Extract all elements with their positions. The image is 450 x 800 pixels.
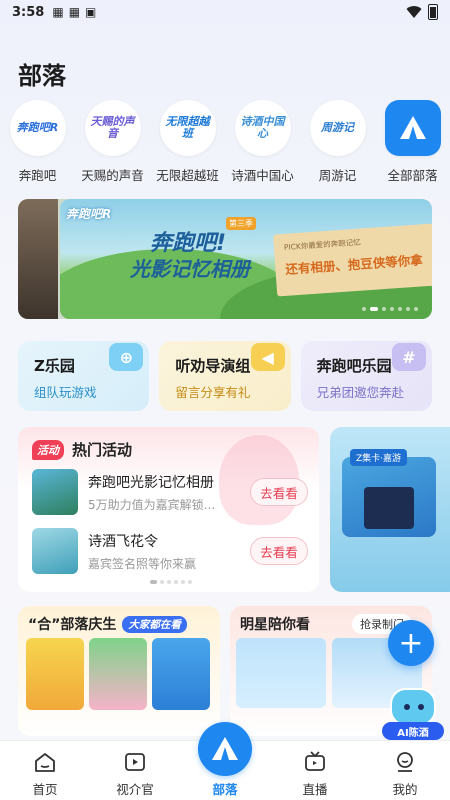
tab-label: 视介官 [116,782,154,797]
tab-mine[interactable]: 我的 [360,741,450,800]
activity-page-indicator [150,580,192,584]
tribe-label: 诗酒中国心 [231,168,294,183]
quick-entry-row: ⊕ Z乐园 组队玩游戏 ◀ 听劝导演组 留言分享有礼 # 奔跑吧乐园 兄弟团邀您… [18,341,432,411]
quick-card-subtitle: 组队玩游戏 [34,385,97,400]
celebrate-tile[interactable] [26,638,84,710]
hot-activity-card: 活动 热门活动 奔跑吧光影记忆相册 5万助力值为嘉宾解锁... 去看看 诗酒飞花… [18,427,319,592]
video-icon [125,753,145,771]
tab-home[interactable]: 首页 [0,741,90,800]
activity-tag: 活动 [32,439,64,460]
tribe-logo: 周游记 [309,100,366,156]
tab-label: 直播 [302,782,328,797]
notification-icon-2: ▦ [68,5,81,19]
all-tribes-icon [384,100,441,156]
wifi-icon [406,6,422,19]
hashtag-icon: # [391,343,426,371]
celebrate-title: “合”部落庆生 [28,617,117,633]
tab-label: 我的 [392,782,418,797]
tv-icon [305,751,325,771]
promo-card-image [364,487,414,529]
quick-card-zleyuan[interactable]: ⊕ Z乐园 组队玩游戏 [18,341,150,411]
quick-card-subtitle: 兄弟团邀您奔赴 [316,385,405,400]
tribe-logo-text: 周游记 [321,120,354,134]
celebrate-tile[interactable] [152,638,210,710]
section-title: “合”部落庆生 大家都在看 [28,614,187,634]
go-see-button[interactable]: 去看看 [250,537,308,565]
battery-icon [428,4,438,20]
activity-title: 奔跑吧光影记忆相册 [88,474,214,491]
tribe-logo: 无限超越班 [159,100,216,156]
ai-assistant-label: AI陈酒 [382,722,444,740]
status-bar: 3:58 ▦ ▦ ▣ [0,0,450,24]
hot-activity-header: 活动 热门活动 [32,439,132,460]
tribe-item-tianci[interactable]: 天赐的声音 天赐的声音 [75,100,150,190]
activity-thumbnail [32,469,78,515]
ai-assistant[interactable]: AI陈酒 [382,688,444,740]
banner-prev-slide [18,199,58,319]
celebrate-tiles [26,638,210,710]
tab-live[interactable]: 直播 [270,741,360,800]
tribe-center-button[interactable] [198,722,252,776]
activity-subtitle: 5万助力值为嘉宾解锁... [88,497,216,512]
promo-card[interactable]: Z集卡·嘉游 [330,427,450,592]
home-icon [35,753,55,772]
banner-brand: 奔跑吧R [66,207,112,221]
star-video-thumbnail[interactable] [236,638,326,708]
tribe-logo-text: 天赐的声音 [90,114,135,140]
tribe-logo-text: 无限超越班 [165,114,210,140]
celebrate-tile[interactable] [89,638,147,710]
tribe-item-shijiu[interactable]: 诗酒中国心 诗酒中国心 [225,100,300,190]
tribe-list: 奔跑吧R 奔跑吧 天赐的声音 天赐的声音 无限超越班 无限超越班 诗酒中国心 诗… [0,100,450,190]
profile-icon [397,752,413,772]
notification-icon-3: ▣ [85,5,97,19]
hot-activity-title: 热门活动 [72,441,133,459]
activity-thumbnail [32,528,78,574]
tent-icon [212,737,238,760]
tab-label: 部落 [212,782,238,797]
status-time: 3:58 [12,4,45,20]
tab-video[interactable]: 视介官 [90,741,180,800]
go-see-button[interactable]: 去看看 [250,478,308,506]
tribe-item-all[interactable]: 全部部落 [375,100,450,190]
tribe-logo: 奔跑吧R [9,100,66,156]
banner-slide[interactable]: 奔跑吧R 奔跑吧! 第三季 光影记忆相册 PICK你最爱的奔跑记忆 还有相册、抱… [60,199,432,319]
megaphone-icon: ◀ [250,343,285,371]
activity-item[interactable]: 诗酒飞花令 嘉宾签名照等你来赢 去看看 [32,528,308,574]
tribe-logo-text: 诗酒中国心 [240,114,285,140]
banner-paper: PICK你最爱的奔跑记忆 还有相册、抱豆侠等你拿 [273,223,432,297]
section-title: 明星陪你看 [240,617,310,633]
promo-label: Z集卡·嘉游 [350,449,408,466]
quick-card-leyuan[interactable]: # 奔跑吧乐园 兄弟团邀您奔赴 [300,341,432,411]
notification-icon: ▦ [52,5,64,19]
banner-subtitle: 光影记忆相册 [130,257,250,281]
activity-subtitle: 嘉宾签名照等你来赢 [88,556,197,571]
add-button[interactable]: + [388,620,434,666]
celebrate-pill: 大家都在看 [122,615,187,633]
robot-icon [390,688,436,726]
page-title: 部落 [18,62,66,90]
quick-card-tingquan[interactable]: ◀ 听劝导演组 留言分享有礼 [159,341,291,411]
banner-carousel[interactable]: 奔跑吧R 奔跑吧! 第三季 光影记忆相册 PICK你最爱的奔跑记忆 还有相册、抱… [18,199,432,319]
tribe-item-wuxian[interactable]: 无限超越班 无限超越班 [150,100,225,190]
tribe-label: 天赐的声音 [81,168,144,183]
tribe-item-benpaoba[interactable]: 奔跑吧R 奔跑吧 [0,100,75,190]
tribe-label: 奔跑吧 [18,168,57,183]
banner-badge: 第三季 [226,217,256,230]
plus-icon: + [398,625,424,661]
banner-paper-text: 还有相册、抱豆侠等你拿 [284,252,424,277]
tribe-label: 全部部落 [387,168,438,183]
tab-label: 首页 [32,782,58,797]
tribe-logo-text: 奔跑吧R [16,120,59,134]
tribe-birthday-section[interactable]: “合”部落庆生 大家都在看 [18,606,220,736]
tribe-item-zhouyou[interactable]: 周游记 周游记 [300,100,375,190]
quick-card-subtitle: 留言分享有礼 [175,385,251,400]
tribe-label: 无限超越班 [156,168,219,183]
gamepad-icon: ⊕ [109,343,144,371]
tribe-logo: 天赐的声音 [84,100,141,156]
banner-indicator [362,307,418,311]
tribe-label: 周游记 [318,168,357,183]
activity-title: 诗酒飞花令 [88,533,158,550]
tribe-logo: 诗酒中国心 [234,100,291,156]
activity-item[interactable]: 奔跑吧光影记忆相册 5万助力值为嘉宾解锁... 去看看 [32,469,308,515]
